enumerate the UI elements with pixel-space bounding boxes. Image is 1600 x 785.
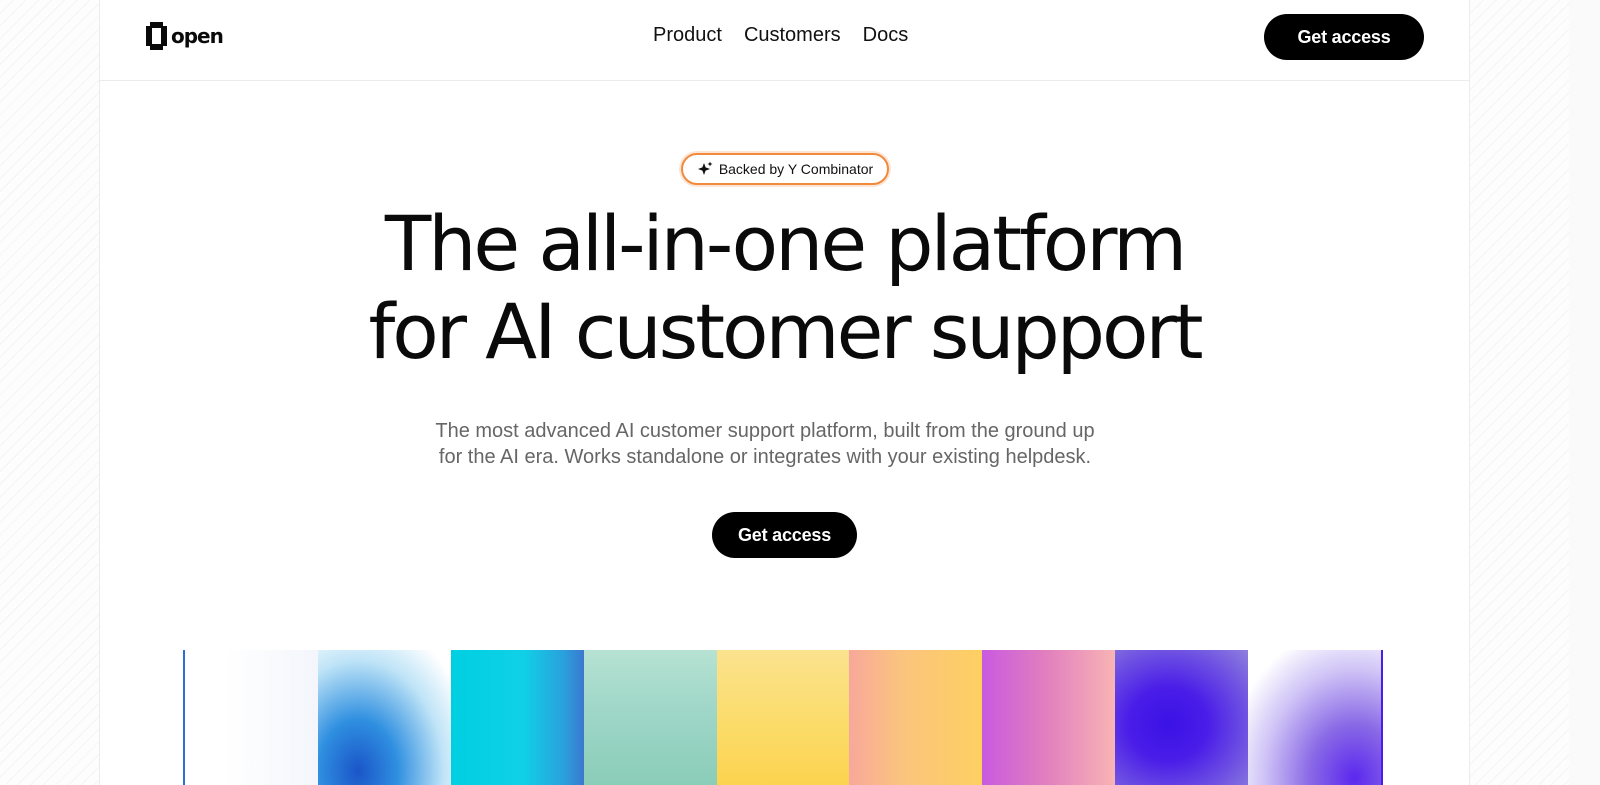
nav-customers[interactable]: Customers [744,24,841,47]
gradient-panel [716,650,850,785]
nav-product[interactable]: Product [653,24,722,47]
gradient-panel [317,650,451,785]
open-logo-icon [146,22,167,50]
hero-gradient-showcase [183,650,1384,785]
hero-subtitle-line-1: The most advanced AI customer support pl… [435,420,1095,442]
gradient-panel [982,650,1116,785]
gradient-panel [849,650,983,785]
gradient-panel [450,650,584,785]
gradient-panel [583,650,717,785]
yc-badge[interactable]: Backed by Y Combinator [681,153,889,185]
landing-page: open Product Customers Docs Get access B… [100,0,1469,785]
header-get-access-button[interactable]: Get access [1264,14,1424,60]
hero-headline-line-2: for AI customer support [368,287,1203,376]
gradient-panel [183,650,318,785]
hero-subtitle: The most advanced AI customer support pl… [410,418,1120,470]
sparkle-icon [697,161,713,175]
logo-wordmark: open [171,24,224,48]
right-decorative-margin [1469,0,1569,785]
left-decorative-margin [0,0,100,785]
hero-get-access-button[interactable]: Get access [712,512,857,558]
site-header: open Product Customers Docs Get access [100,0,1469,81]
gradient-panel [1115,650,1249,785]
main-nav: Product Customers Docs [653,24,908,47]
badge-label: Backed by Y Combinator [718,161,874,177]
logo-link[interactable]: open [146,21,224,51]
hero-headline-line-1: The all-in-one platform [384,199,1187,288]
nav-docs[interactable]: Docs [863,24,909,47]
gradient-panel [1248,650,1384,785]
hero-headline: The all-in-one platform for AI customer … [100,200,1469,376]
hero-subtitle-line-2: for the AI era. Works standalone or inte… [438,446,1092,468]
